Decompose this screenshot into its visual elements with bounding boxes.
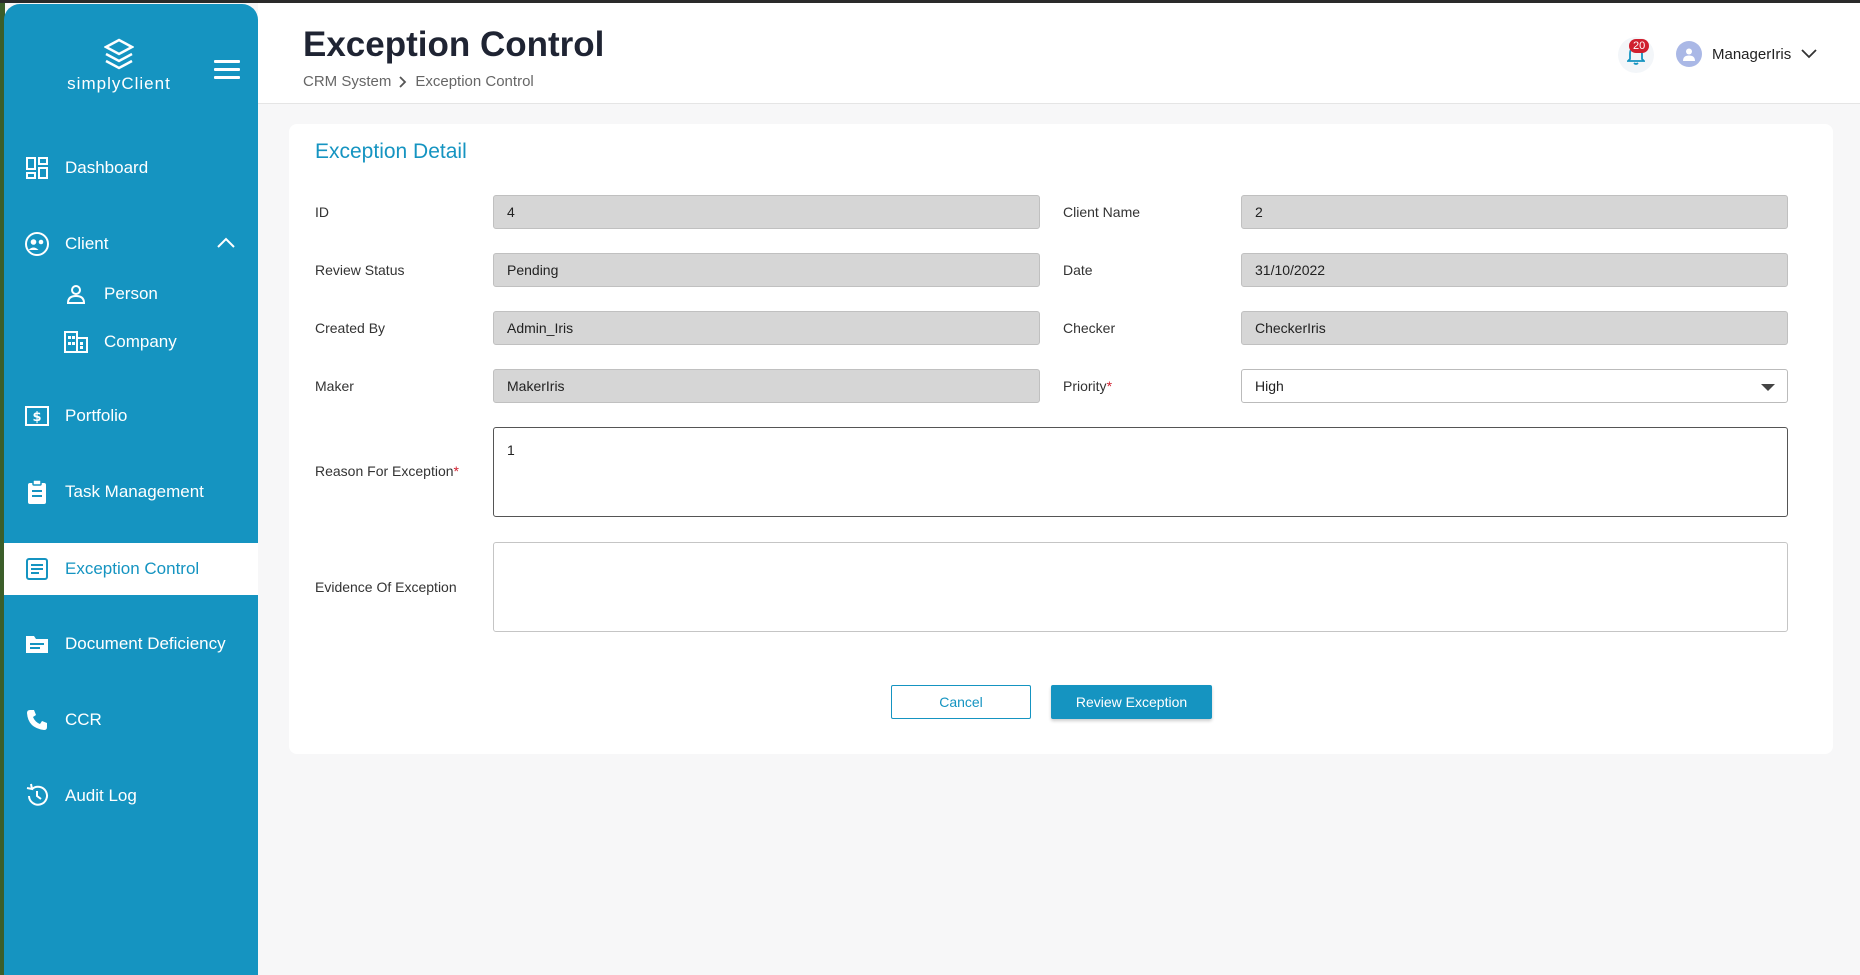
sidebar-item-label: CCR	[65, 710, 102, 729]
user-icon	[1683, 48, 1695, 61]
portfolio-icon: $	[23, 402, 51, 430]
chevron-up-icon[interactable]	[216, 237, 236, 249]
reason-textarea[interactable]: 1	[493, 427, 1788, 517]
client-icon	[23, 230, 51, 258]
checker-field[interactable]: CheckerIris	[1241, 311, 1788, 345]
sidebar-item-label: Person	[104, 284, 158, 303]
breadcrumb: CRM System Exception Control	[303, 73, 534, 90]
sidebar-item-document-deficiency[interactable]: Document Deficiency	[4, 619, 258, 669]
logo[interactable]: simplyClient	[59, 38, 179, 94]
menu-toggle-icon[interactable]	[214, 60, 240, 80]
breadcrumb-item-current: Exception Control	[415, 73, 534, 90]
sidebar-item-label: Company	[104, 332, 177, 351]
client-name-label: Client Name	[1063, 204, 1141, 220]
sidebar-item-label: Portfolio	[65, 406, 128, 425]
date-label: Date	[1063, 262, 1093, 278]
id-label: ID	[315, 204, 329, 220]
cancel-button[interactable]: Cancel	[891, 685, 1031, 719]
clipboard-icon	[23, 478, 51, 506]
sidebar-item-label: Document Deficiency	[65, 634, 226, 653]
required-mark: *	[1106, 378, 1113, 394]
document-icon	[23, 555, 51, 583]
sidebar-item-audit-log[interactable]: Audit Log	[4, 771, 258, 821]
company-icon	[62, 328, 90, 356]
sidebar-item-label: Audit Log	[65, 786, 137, 805]
sidebar-item-label: Dashboard	[65, 158, 149, 177]
sidebar: simplyClient Dashboard Client Person Com…	[4, 4, 258, 975]
avatar	[1676, 41, 1702, 67]
card-title: Exception Detail	[315, 140, 467, 163]
sidebar-item-dashboard[interactable]: Dashboard	[4, 143, 258, 193]
review-exception-button[interactable]: Review Exception	[1051, 685, 1212, 719]
brand-name: simplyClient	[67, 74, 171, 93]
history-icon	[23, 782, 51, 810]
sidebar-item-ccr[interactable]: CCR	[4, 695, 258, 745]
chevron-right-icon	[399, 75, 407, 88]
sidebar-item-person[interactable]: Person	[4, 269, 258, 319]
client-name-field[interactable]: 2	[1241, 195, 1788, 229]
created-by-field[interactable]: Admin_Iris	[493, 311, 1040, 345]
dropdown-arrow-icon	[1761, 384, 1775, 391]
priority-label: Priority*	[1063, 378, 1112, 394]
id-field[interactable]: 4	[493, 195, 1040, 229]
review-status-label: Review Status	[315, 262, 405, 278]
maker-label: Maker	[315, 378, 354, 394]
sidebar-item-task-management[interactable]: Task Management	[4, 467, 258, 517]
priority-selected-value: High	[1255, 378, 1284, 394]
sidebar-item-exception-control[interactable]: Exception Control	[4, 543, 258, 595]
sidebar-item-portfolio[interactable]: $ Portfolio	[4, 391, 258, 441]
logo-icon	[104, 38, 134, 70]
date-field[interactable]: 31/10/2022	[1241, 253, 1788, 287]
checker-label: Checker	[1063, 320, 1116, 336]
sidebar-item-label: Exception Control	[65, 559, 200, 578]
notification-count-badge: 20	[1629, 39, 1650, 53]
svg-text:$: $	[32, 410, 41, 425]
maker-field[interactable]: MakerIris	[493, 369, 1040, 403]
priority-label-text: Priority	[1063, 378, 1107, 394]
reason-label: Reason For Exception*	[315, 463, 459, 479]
person-icon	[62, 280, 90, 308]
created-by-label: Created By	[315, 320, 386, 336]
priority-select[interactable]: High	[1241, 369, 1788, 403]
breadcrumb-item-crm-system[interactable]: CRM System	[303, 73, 391, 90]
page-header: Exception Control CRM System Exception C…	[258, 3, 1860, 104]
dashboard-icon	[23, 154, 51, 182]
evidence-textarea[interactable]	[493, 542, 1788, 632]
exception-detail-card: Exception Detail ID 4 Client Name 2 Revi…	[289, 124, 1833, 754]
user-menu[interactable]: ManagerIris	[1676, 41, 1817, 67]
review-status-field[interactable]: Pending	[493, 253, 1040, 287]
reason-label-text: Reason For Exception	[315, 463, 454, 479]
sidebar-item-label: Task Management	[65, 482, 204, 501]
required-mark: *	[453, 463, 459, 479]
sidebar-item-label: Client	[65, 234, 109, 253]
chevron-down-icon[interactable]	[1801, 49, 1817, 59]
sidebar-item-company[interactable]: Company	[4, 317, 258, 367]
page-title: Exception Control	[303, 25, 605, 64]
username: ManagerIris	[1712, 45, 1792, 63]
sidebar-item-client[interactable]: Client	[4, 219, 258, 269]
phone-icon	[23, 706, 51, 734]
evidence-label: Evidence Of Exception	[315, 579, 457, 595]
folder-icon	[23, 630, 51, 658]
